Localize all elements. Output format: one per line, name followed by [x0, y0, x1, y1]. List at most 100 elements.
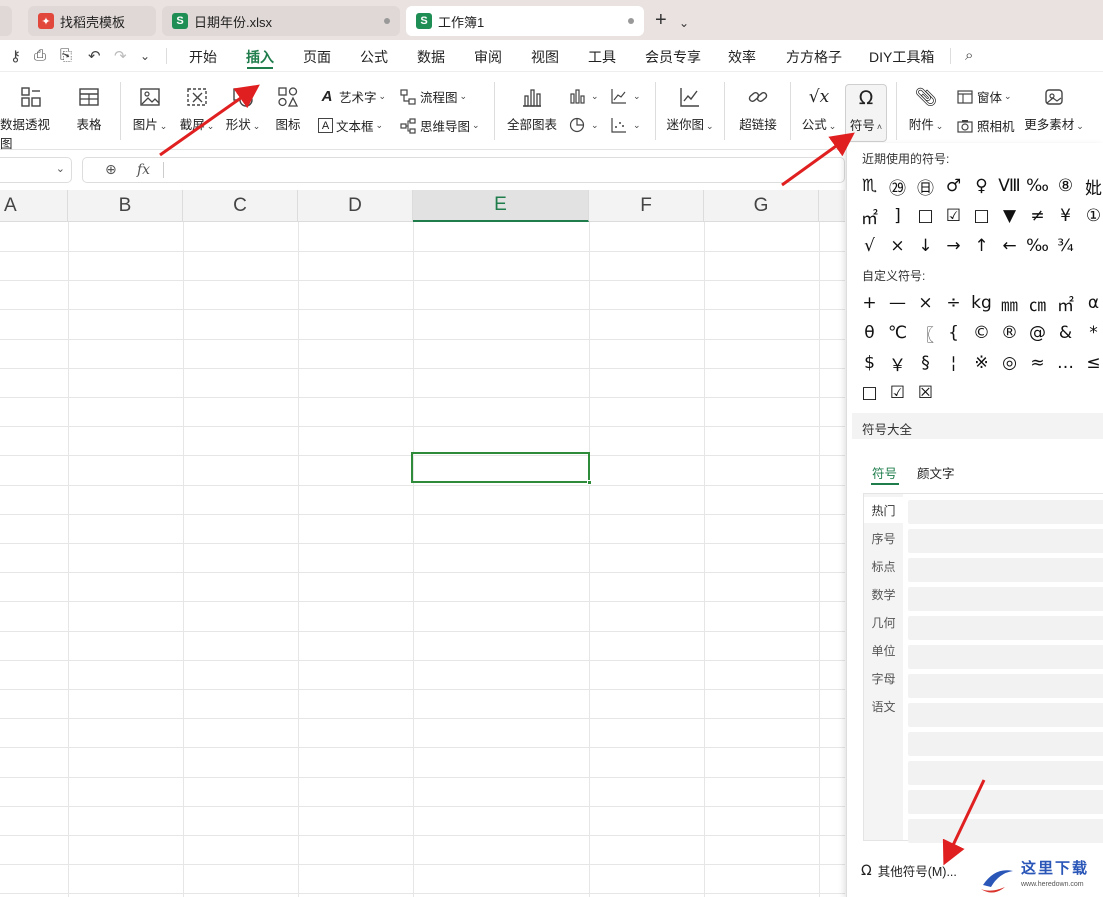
formula-input[interactable]: ⊕ fx — [82, 157, 845, 183]
recent-symbol[interactable]: ↓ — [912, 233, 939, 259]
key-icon[interactable]: ⚷ — [10, 47, 21, 65]
symbol-slot[interactable] — [908, 732, 1103, 756]
custom-symbol[interactable]: ◎ — [996, 350, 1023, 376]
selected-cell[interactable] — [411, 452, 592, 485]
fx-icon[interactable]: fx — [137, 162, 150, 178]
column-chart-dropdown[interactable]: ⌄ — [568, 87, 599, 105]
menu-fangfang[interactable]: 方方格子 — [786, 47, 842, 67]
camera-button[interactable]: 照相机 — [956, 116, 1015, 135]
wordart-button[interactable]: A 艺术字 ⌄ — [318, 87, 386, 106]
textbox-button[interactable]: A 文本框 ⌄ — [318, 116, 383, 135]
shape-button[interactable]: 形状 ⌄ — [223, 72, 263, 133]
print-icon[interactable]: ⎙ — [34, 47, 46, 64]
category-punctuation[interactable]: 标点 — [864, 553, 903, 579]
tab-workbook1[interactable]: S 工作簿1 — [406, 6, 644, 36]
mindmap-button[interactable]: 思维导图 ⌄ — [399, 116, 480, 135]
custom-symbol[interactable]: □ — [856, 380, 883, 406]
screenshot-button[interactable]: 截屏 ⌄ — [177, 72, 217, 133]
symbol-button[interactable]: Ω 符号 ˄ — [845, 84, 887, 142]
custom-symbol[interactable]: kg — [968, 290, 995, 316]
custom-symbol[interactable]: $ — [856, 350, 883, 376]
custom-symbol[interactable]: ÷ — [940, 290, 967, 316]
recent-symbol[interactable]: → — [940, 233, 967, 259]
custom-symbol[interactable]: + — [856, 290, 883, 316]
recent-symbol[interactable]: × — [884, 233, 911, 259]
print-preview-icon[interactable]: ⎘ — [60, 47, 72, 64]
category-letters[interactable]: 字母 — [864, 665, 903, 691]
symbol-slot[interactable] — [908, 674, 1103, 698]
icon-button[interactable]: 图标 — [272, 72, 304, 133]
symbol-slot[interactable] — [908, 558, 1103, 582]
new-tab-plus-icon[interactable]: + — [655, 10, 667, 30]
symbol-slot[interactable] — [908, 761, 1103, 785]
menu-page[interactable]: 页面 — [303, 47, 331, 67]
custom-symbol[interactable]: ㎜ — [996, 290, 1023, 316]
symbol-slot[interactable] — [908, 529, 1103, 553]
recent-symbol[interactable]: ⑧ — [1052, 173, 1079, 199]
custom-symbol[interactable]: ℃ — [884, 320, 911, 346]
custom-symbol[interactable]: ☒ — [912, 380, 939, 406]
category-units[interactable]: 单位 — [864, 637, 903, 663]
column-header-h-partial[interactable] — [819, 190, 845, 222]
all-charts-button[interactable]: 全部图表 — [506, 72, 558, 133]
symbol-slot[interactable] — [908, 616, 1103, 640]
recent-symbol[interactable]: ↑ — [968, 233, 995, 259]
custom-symbol[interactable]: { — [940, 320, 967, 346]
custom-symbol[interactable]: © — [968, 320, 995, 346]
recent-symbol[interactable]: ① — [1080, 203, 1103, 229]
flowchart-button[interactable]: 流程图 ⌄ — [399, 87, 467, 106]
recent-symbol[interactable]: ▼ — [996, 203, 1023, 229]
name-box-dropdown-icon[interactable]: ⌄ — [56, 162, 65, 175]
name-box[interactable]: ⌄ — [0, 157, 72, 183]
menu-efficiency[interactable]: 效率 — [728, 47, 756, 67]
recent-symbol[interactable]: ㎡ — [856, 203, 883, 229]
symbol-slot[interactable] — [908, 500, 1103, 524]
equation-button[interactable]: √x 公式 ⌄ — [800, 72, 838, 133]
tab-list-chevron-icon[interactable]: ⌄ — [679, 13, 689, 33]
custom-symbol[interactable]: § — [912, 350, 939, 376]
category-math[interactable]: 数学 — [864, 581, 903, 607]
custom-symbol[interactable]: — — [884, 290, 911, 316]
tab-symbols[interactable]: 符号 — [872, 463, 897, 482]
menu-review[interactable]: 审阅 — [474, 47, 502, 67]
recent-symbol[interactable]: ♂ — [940, 173, 967, 199]
picture-button[interactable]: 图片 ⌄ — [130, 72, 170, 133]
recent-symbol[interactable]: ㊐ — [912, 173, 939, 199]
column-header-b[interactable]: B — [68, 190, 183, 222]
column-header-f[interactable]: F — [589, 190, 704, 222]
custom-symbol[interactable]: @ — [1024, 320, 1051, 346]
custom-symbol[interactable]: ® — [996, 320, 1023, 346]
column-header-e[interactable]: E — [413, 190, 589, 222]
recent-symbol[interactable]: □ — [968, 203, 995, 229]
recent-symbol[interactable]: ㉙ — [884, 173, 911, 199]
search-icon[interactable]: ⌕ — [965, 47, 973, 64]
recent-symbol[interactable]: ¾ — [1052, 233, 1079, 259]
sparkline-button[interactable]: 迷你图 ⌄ — [665, 72, 715, 133]
menu-formula[interactable]: 公式 — [360, 47, 388, 67]
custom-symbol[interactable]: α — [1080, 290, 1103, 316]
menu-insert[interactable]: 插入 — [246, 47, 274, 67]
category-hot[interactable]: 热门 — [864, 497, 903, 523]
tab-dates-xlsx[interactable]: S 日期年份.xlsx — [162, 6, 400, 36]
redo-icon[interactable]: ↷ — [114, 47, 127, 65]
pivot-chart-button[interactable]: 数据透视图 — [0, 72, 62, 152]
custom-symbol[interactable]: ≤ — [1080, 350, 1103, 376]
recent-symbol[interactable]: ≠ — [1024, 203, 1051, 229]
recent-symbol[interactable]: ] — [884, 203, 911, 229]
recent-symbol[interactable]: ‰ — [1024, 173, 1051, 199]
fill-handle[interactable] — [587, 480, 592, 485]
custom-symbol[interactable]: ☑ — [884, 380, 911, 406]
undo-icon[interactable]: ↶ — [88, 47, 101, 65]
menu-tools[interactable]: 工具 — [588, 47, 616, 67]
symbol-slot[interactable] — [908, 645, 1103, 669]
recent-symbol[interactable]: ♏ — [856, 173, 883, 199]
custom-symbol[interactable]: ≈ — [1024, 350, 1051, 376]
menu-view[interactable]: 视图 — [531, 47, 559, 67]
recent-symbol[interactable]: ♀ — [968, 173, 995, 199]
category-geometry[interactable]: 几何 — [864, 609, 903, 635]
recent-symbol[interactable]: √ — [856, 233, 883, 259]
tab-leftmost-partial[interactable] — [0, 6, 12, 36]
symbol-slot[interactable] — [908, 790, 1103, 814]
table-button[interactable]: 表格 — [72, 72, 106, 133]
custom-symbol[interactable]: 〖 — [912, 320, 939, 346]
